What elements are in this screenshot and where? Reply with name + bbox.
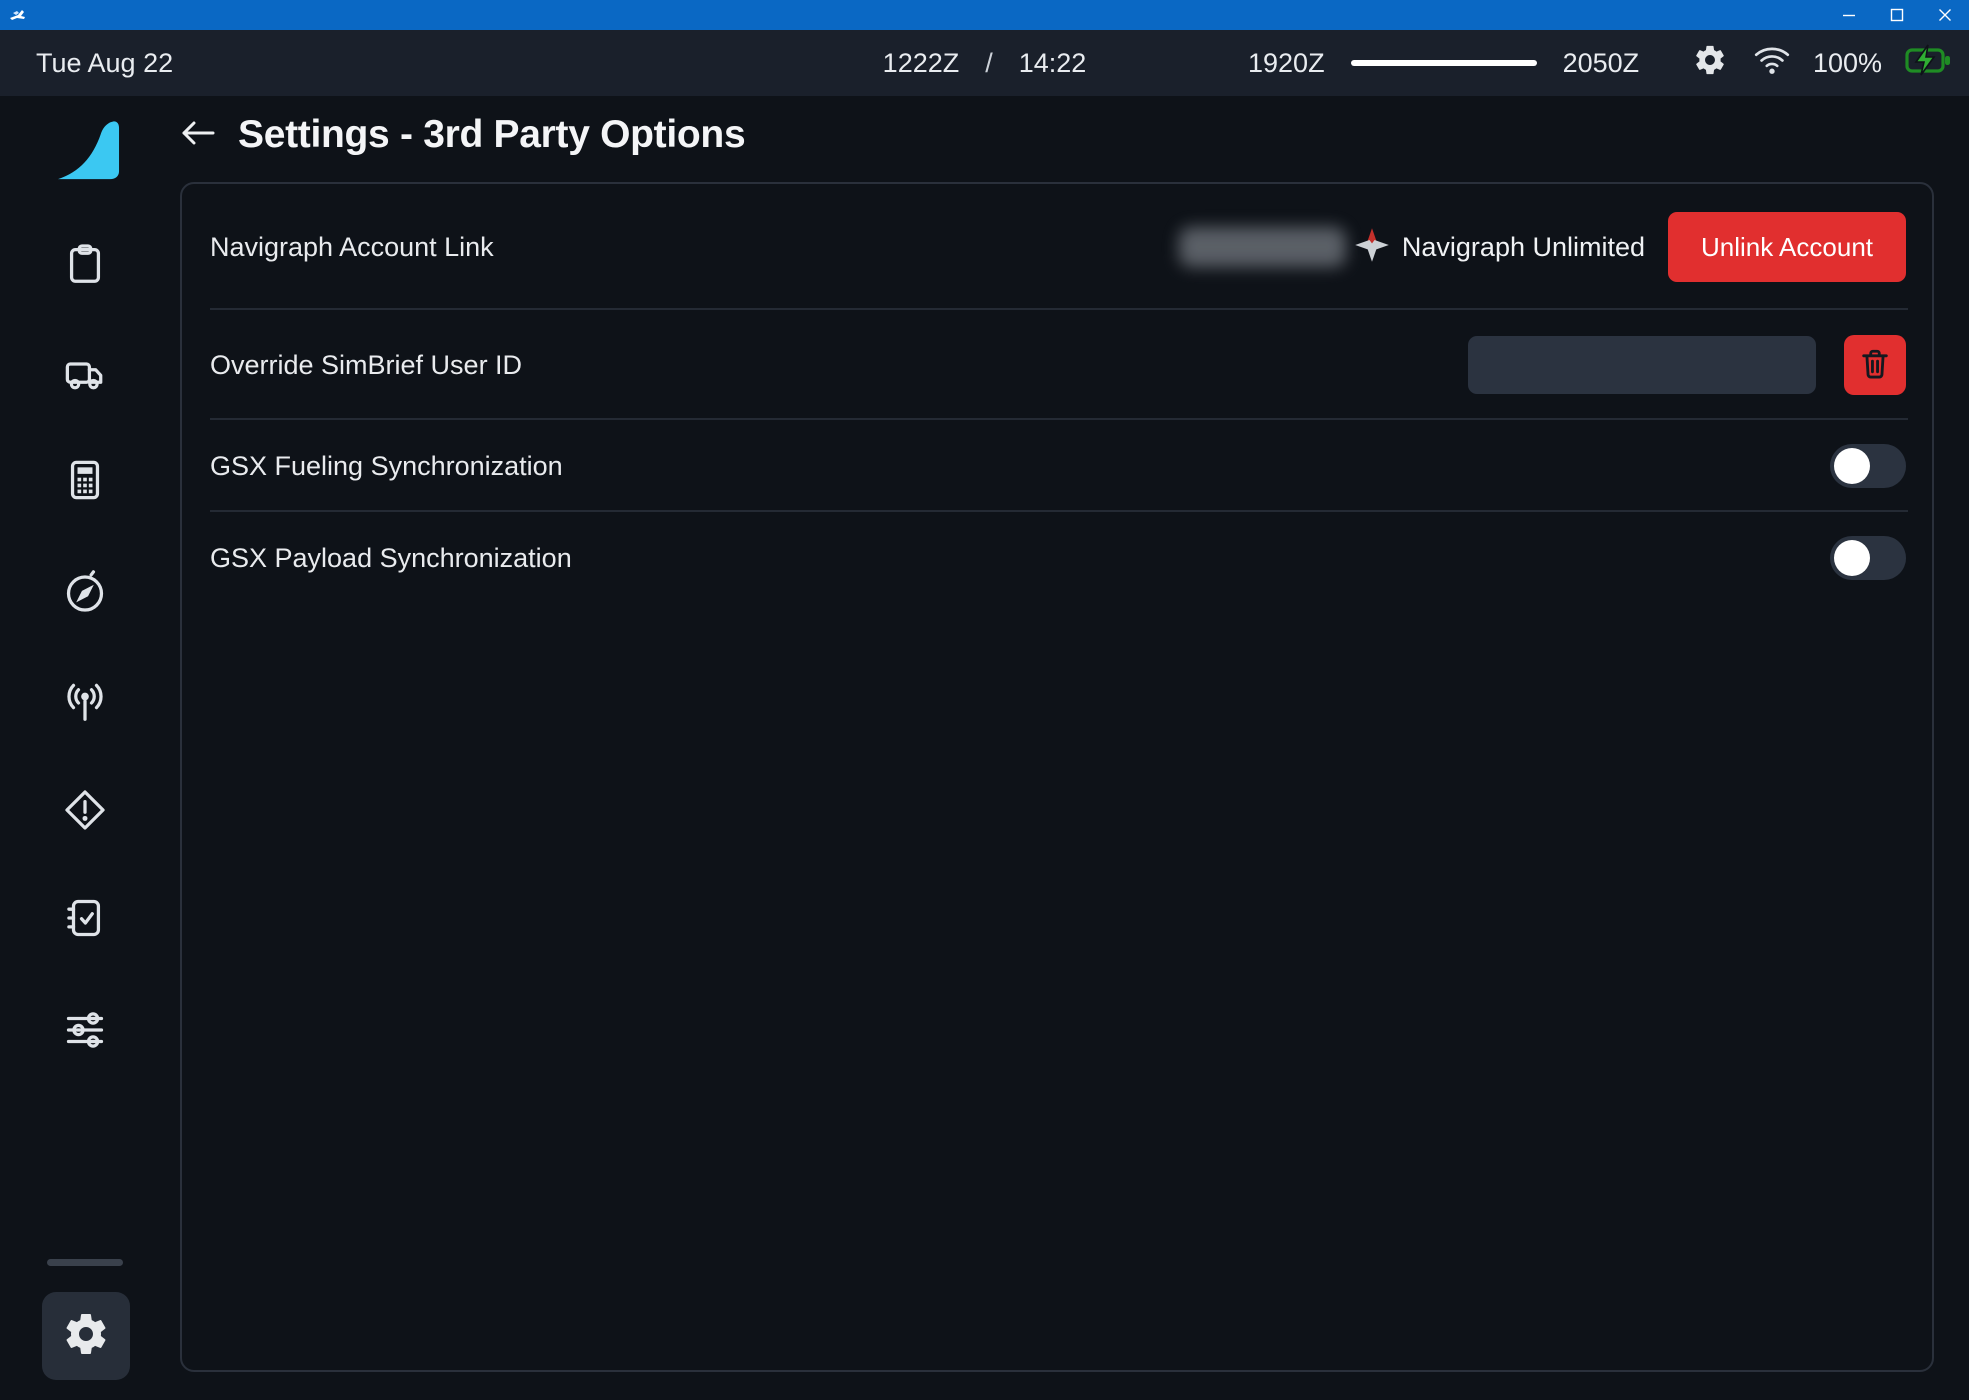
battery-charging-icon	[1904, 44, 1952, 83]
unlink-account-button[interactable]: Unlink Account	[1668, 212, 1906, 282]
sidebar-item-warning-reports[interactable]	[62, 787, 108, 833]
app-window-icon	[9, 7, 27, 23]
wifi-icon	[1753, 45, 1791, 82]
fenix-tail-logo[interactable]	[55, 120, 123, 182]
gsx-fueling-toggle[interactable]	[1830, 444, 1906, 488]
sidebar-item-checklist[interactable]	[62, 895, 108, 941]
sidebar-item-flight-clipboard[interactable]	[62, 241, 108, 287]
simbrief-id-input[interactable]	[1468, 336, 1816, 394]
toggle-knob	[1834, 448, 1870, 484]
statusbar-date: Tue Aug 22	[36, 30, 173, 96]
setting-row-simbrief-id: Override SimBrief User ID	[182, 310, 1932, 420]
page-header: Settings - 3rd Party Options	[180, 106, 745, 164]
maximize-button[interactable]	[1873, 0, 1921, 30]
battery-percent: 100%	[1813, 48, 1882, 79]
sidebar-nav	[0, 96, 152, 1400]
settings-gear-icon[interactable]	[1693, 43, 1727, 84]
navigraph-logo-icon	[1354, 227, 1390, 268]
close-button[interactable]	[1921, 0, 1969, 30]
toggle-knob	[1834, 540, 1870, 576]
sidebar-item-compass-nav[interactable]	[62, 569, 108, 615]
navigraph-account-name-blurred	[1179, 227, 1346, 267]
sidebar-item-settings-active[interactable]	[42, 1292, 130, 1380]
setting-label: GSX Fueling Synchronization	[210, 451, 563, 482]
arrival-time: 2050Z	[1563, 48, 1640, 79]
setting-row-navigraph-account: Navigraph Account Link Navigraph Unlimit…	[182, 184, 1932, 310]
setting-row-gsx-fueling: GSX Fueling Synchronization	[182, 420, 1932, 512]
departure-time: 1920Z	[1248, 48, 1325, 79]
flight-progress-bar	[1351, 60, 1537, 66]
efb-statusbar: Tue Aug 22 1222Z / 14:22 1920Z 2050Z 100…	[0, 30, 1969, 96]
flight-time-progress-group: 1920Z 2050Z	[1248, 30, 1639, 96]
gear-icon	[62, 1310, 110, 1363]
setting-label: GSX Payload Synchronization	[210, 543, 572, 574]
minimize-button[interactable]	[1825, 0, 1873, 30]
clear-simbrief-id-button[interactable]	[1844, 335, 1906, 395]
page-title: Settings - 3rd Party Options	[238, 113, 745, 157]
sidebar-item-radio-tower[interactable]	[62, 680, 108, 726]
settings-panel: Navigraph Account Link Navigraph Unlimit…	[180, 182, 1934, 1372]
trash-icon	[1858, 346, 1892, 385]
window-controls	[1825, 0, 1969, 30]
utc-time: 1222Z	[883, 48, 960, 79]
gsx-payload-toggle[interactable]	[1830, 536, 1906, 580]
statusbar-indicators: 100%	[1693, 30, 1952, 96]
statusbar-clock-group: 1222Z / 14:22	[883, 30, 1087, 96]
sidebar-item-ground-services-truck[interactable]	[62, 351, 108, 397]
window-titlebar	[0, 0, 1969, 30]
sidebar-item-sliders-options[interactable]	[62, 1007, 108, 1053]
setting-row-gsx-payload: GSX Payload Synchronization	[182, 512, 1932, 604]
setting-label: Override SimBrief User ID	[210, 350, 522, 381]
back-button[interactable]	[180, 118, 218, 153]
sidebar-item-calculator[interactable]	[62, 457, 108, 503]
time-separator: /	[985, 48, 993, 79]
navigraph-subscription-label: Navigraph Unlimited	[1402, 232, 1645, 263]
local-time: 14:22	[1019, 48, 1087, 79]
sidebar-divider	[47, 1259, 123, 1266]
setting-label: Navigraph Account Link	[210, 232, 494, 263]
